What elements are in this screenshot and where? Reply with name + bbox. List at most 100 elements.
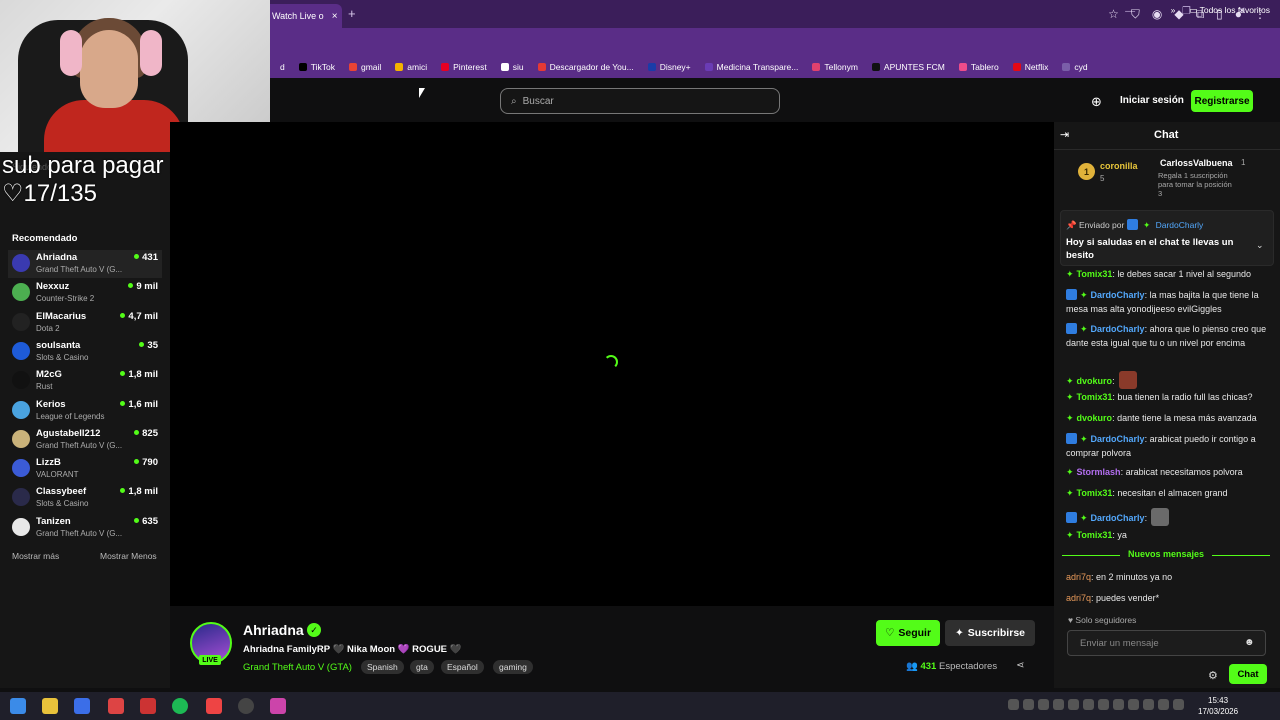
show-more-link[interactable]: Mostrar más (12, 551, 59, 561)
sidebar-channel-item[interactable]: Agustabell212 Grand Theft Auto V (G... 825 (8, 426, 162, 454)
bookmark-item[interactable]: cyd (1062, 62, 1088, 72)
bookmark-item[interactable]: Disney+ (647, 62, 691, 72)
sidebar-channel-item[interactable]: LizzB VALORANT 790 (8, 455, 162, 483)
tray-icon[interactable] (1083, 699, 1094, 710)
extension-icon[interactable]: ⛉ (1131, 7, 1140, 22)
spotify-icon[interactable] (172, 698, 188, 714)
chrome-icon[interactable] (108, 698, 124, 714)
chat-username[interactable]: dvokuro (1077, 413, 1113, 423)
chat-message: adri7q: puedes vender* (1066, 592, 1270, 606)
login-button[interactable]: Iniciar sesión (1120, 95, 1184, 106)
chat-username[interactable]: DardoCharly (1091, 324, 1145, 334)
tray-icon[interactable] (1008, 699, 1019, 710)
sidebar-channel-item[interactable]: Ahriadna Grand Theft Auto V (G... 431 (8, 250, 162, 278)
stream-game-link[interactable]: Grand Theft Auto V (GTA) (243, 662, 352, 673)
language-globe-icon[interactable]: ⊕ (1091, 94, 1102, 110)
obs-icon[interactable] (238, 698, 254, 714)
store-icon[interactable] (74, 698, 90, 714)
windows-start-icon[interactable] (10, 698, 26, 714)
tray-icon[interactable] (1098, 699, 1109, 710)
extension-icon[interactable]: ◉ (1152, 7, 1162, 22)
bookmark-item[interactable]: APUNTES FCM (871, 62, 945, 72)
chat-username[interactable]: DardoCharly (1091, 290, 1145, 300)
tag[interactable]: gaming (493, 660, 533, 674)
chat-username[interactable]: Tomix31 (1077, 530, 1113, 540)
bookmark-item[interactable]: amici (395, 62, 427, 72)
collapse-chat-icon[interactable]: ⇥ (1060, 128, 1069, 141)
chat-username[interactable]: dvokuro (1077, 376, 1113, 386)
chat-message: adri7q: en 2 minutos ya no (1066, 571, 1270, 585)
chevron-down-icon[interactable]: ⌄ (1256, 240, 1264, 251)
bookmark-item[interactable]: Tellonym (812, 62, 858, 72)
app-icon[interactable] (270, 698, 286, 714)
file-explorer-icon[interactable] (42, 698, 58, 714)
chat-message-input[interactable]: Enviar un mensaje (1067, 630, 1266, 656)
register-button[interactable]: Registrarse (1191, 90, 1253, 112)
sidebar-channel-item[interactable]: Nexxuz Counter-Strike 2 9 mil (8, 279, 162, 307)
tray-icon[interactable] (1113, 699, 1124, 710)
tray-icon[interactable] (1038, 699, 1049, 710)
tray-icon[interactable] (1158, 699, 1169, 710)
app-icon[interactable] (140, 698, 156, 714)
bookmarks-more-icon[interactable]: » (1171, 5, 1176, 16)
new-tab-icon[interactable]: + (348, 6, 356, 21)
bookmark-item[interactable]: Tablero (958, 62, 999, 72)
sidebar-channel-item[interactable]: M2cG Rust 1,8 mil (8, 367, 162, 395)
chat-username[interactable]: DardoCharly (1091, 434, 1145, 444)
chat-username[interactable]: adri7q (1066, 572, 1091, 582)
sidebar-channel-item[interactable]: soulsanta Slots & Casino 35 (8, 338, 162, 366)
chat-username[interactable]: adri7q (1066, 593, 1091, 603)
leaderboard-user[interactable]: CarlossValbuena (1160, 158, 1233, 168)
gear-icon[interactable]: ⚙ (1208, 669, 1218, 682)
chat-username[interactable]: Stormlash (1077, 467, 1121, 477)
bookmark-item[interactable]: Medicina Transpare... (704, 62, 798, 72)
tray-icon[interactable] (1053, 699, 1064, 710)
bookmark-item[interactable]: Pinterest (441, 62, 487, 72)
chat-username[interactable]: Tomix31 (1077, 269, 1113, 279)
sidebar-channel-item[interactable]: Classybeef Slots & Casino 1,8 mil (8, 484, 162, 512)
all-bookmarks-link[interactable]: ▭ Todos los favoritos (1189, 5, 1270, 16)
tray-icon[interactable] (1068, 699, 1079, 710)
follow-button[interactable]: ♡ Seguir (876, 620, 940, 646)
share-icon[interactable]: ⋖ (1016, 660, 1024, 671)
tag[interactable]: gta (410, 660, 434, 674)
channel-viewers: 1,8 mil (120, 486, 158, 497)
chat-username[interactable]: DardoCharly (1091, 513, 1145, 523)
bookmark-item[interactable]: d (268, 62, 285, 72)
tab-close-icon[interactable]: × (332, 11, 338, 22)
chat-username[interactable]: Tomix31 (1077, 488, 1113, 498)
browser-tab[interactable]: Watch Live o × (262, 4, 342, 28)
tag[interactable]: Español (441, 660, 484, 674)
channel-name: Nexxuz (36, 281, 70, 293)
subscribe-button[interactable]: ✦ Suscribirse (945, 620, 1035, 646)
channel-name: Ahriadna (36, 252, 78, 263)
leaderboard-user[interactable]: coronilla (1100, 161, 1138, 171)
emoji-icon[interactable]: ☻ (1244, 637, 1255, 648)
bookmark-item[interactable]: gmail (348, 62, 381, 72)
chat-message: ✦ dvokuro: dante tiene la mesa más avanza… (1066, 412, 1270, 426)
tray-icon[interactable] (1143, 699, 1154, 710)
clock[interactable]: 15:43 17/03/2026 (1198, 695, 1238, 717)
users-icon: 👥 (906, 661, 918, 672)
tray-icon[interactable] (1128, 699, 1139, 710)
bookmark-item[interactable]: TikTok (298, 62, 335, 72)
sidebar-channel-item[interactable]: Kerios League of Legends 1,6 mil (8, 397, 162, 425)
tag[interactable]: Spanish (361, 660, 404, 674)
tray-icon[interactable] (1023, 699, 1034, 710)
streamer-name[interactable]: Ahriadna (243, 622, 304, 638)
bookmark-item[interactable]: Descargador de You... (537, 62, 634, 72)
sidebar-channel-item[interactable]: Tanizen Grand Theft Auto V (G... 635 (8, 514, 162, 542)
sidebar-channel-item[interactable]: ElMacarius Dota 2 4,7 mil (8, 309, 162, 337)
loading-spinner-icon (604, 355, 618, 369)
chat-send-button[interactable]: Chat (1229, 664, 1267, 684)
show-less-link[interactable]: Mostrar Menos (100, 551, 157, 561)
tray-icon[interactable] (1173, 699, 1184, 710)
pinned-text: Hoy si saludas en el chat te llevas un b… (1066, 237, 1234, 261)
chat-username[interactable]: Tomix31 (1077, 392, 1113, 402)
bookmark-item[interactable]: Netflix (1012, 62, 1048, 72)
star-icon[interactable]: ☆ (1108, 7, 1119, 22)
search-input[interactable]: ⌕ Buscar (500, 88, 780, 114)
chrome-icon[interactable] (206, 698, 222, 714)
bookmark-item[interactable]: siu (500, 62, 524, 72)
gift-sub-prompt[interactable]: Regala 1 suscripción para tomar la posic… (1158, 171, 1238, 198)
